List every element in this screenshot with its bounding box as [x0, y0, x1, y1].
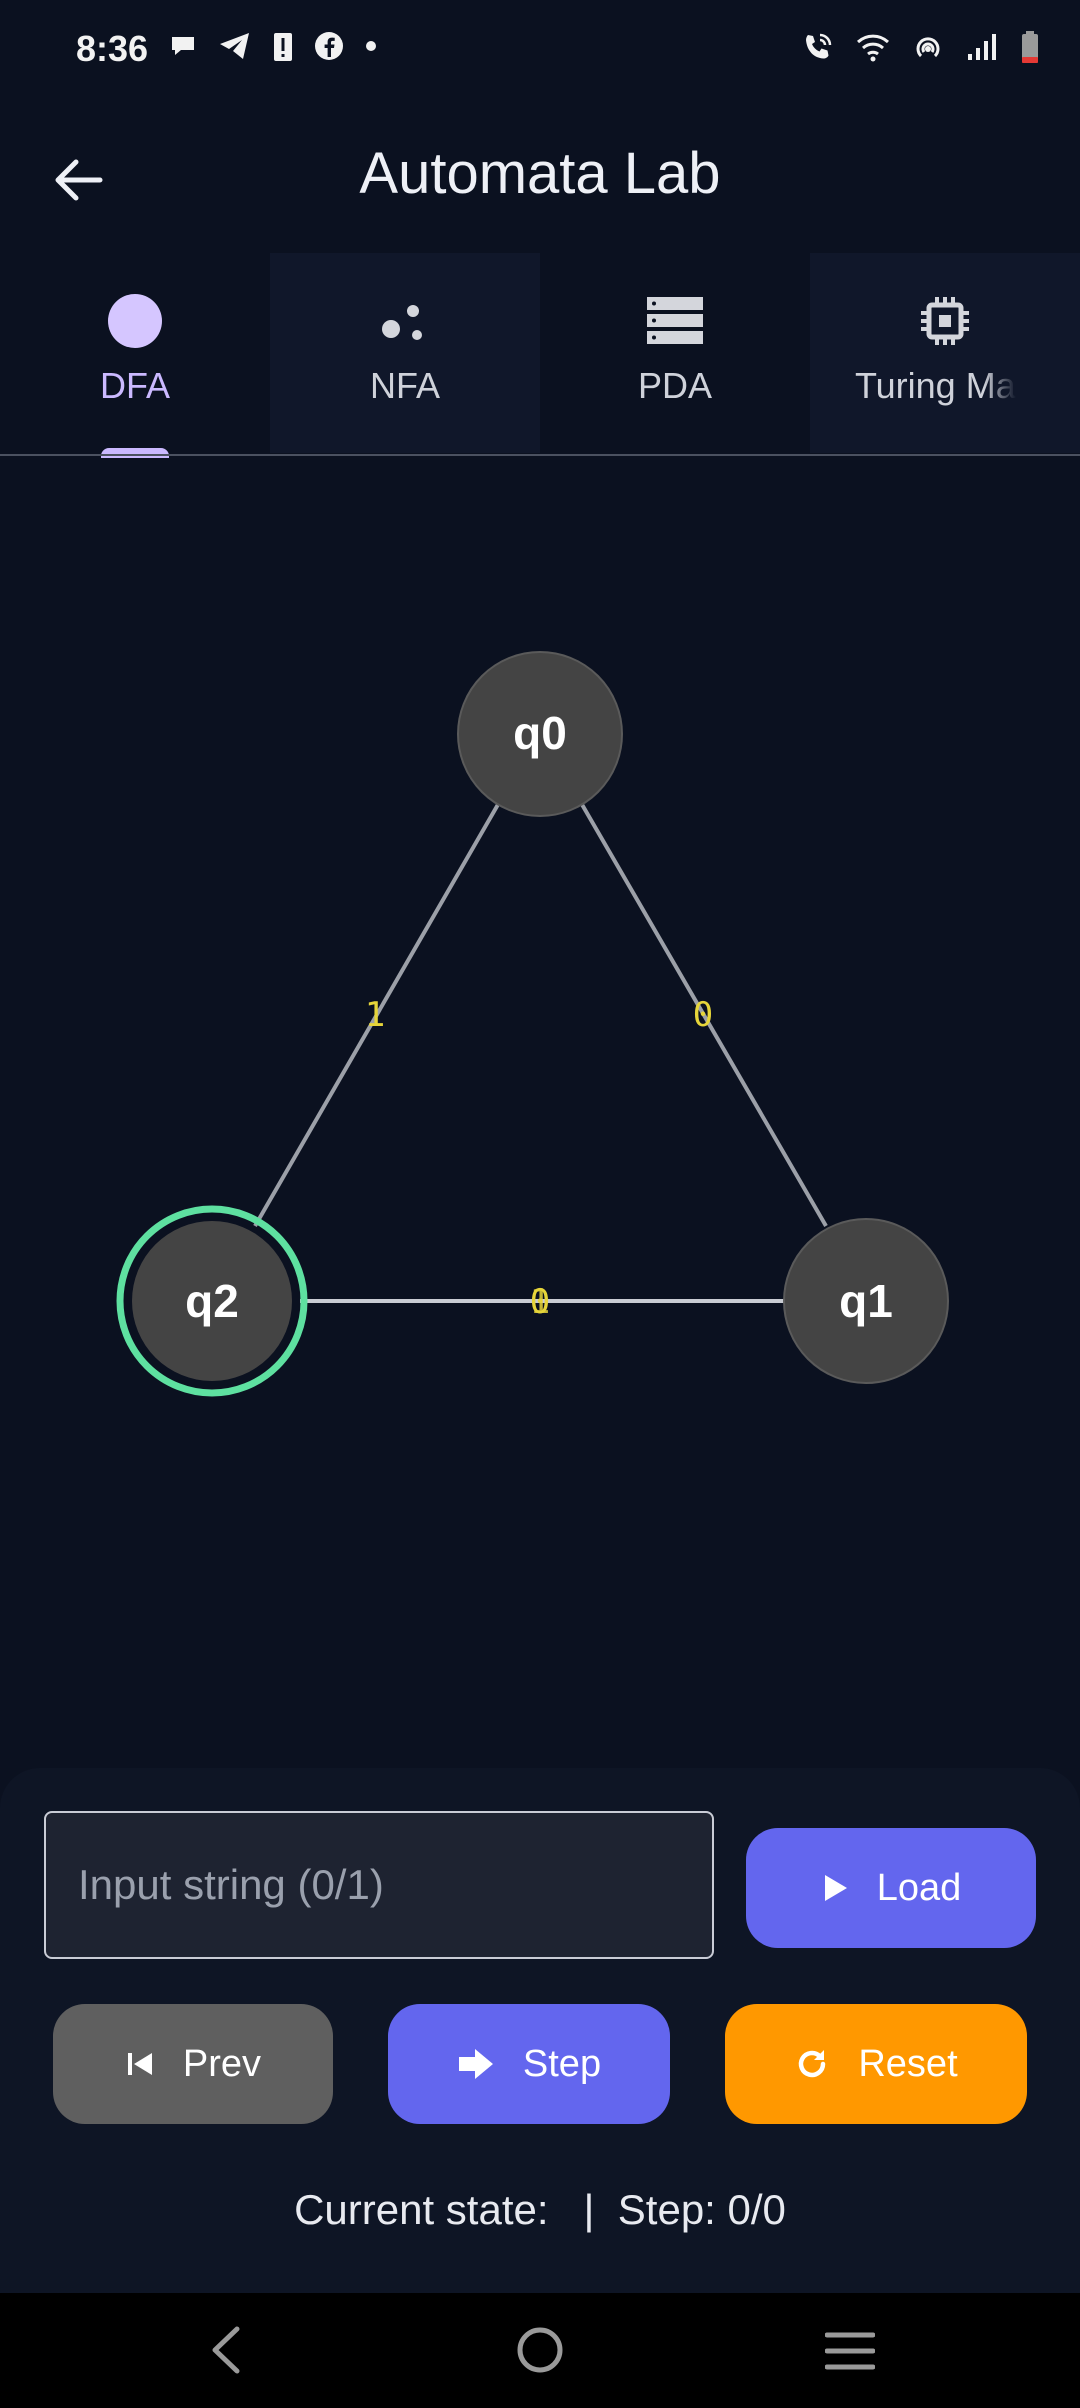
battery-icon: [1022, 31, 1038, 63]
state-q0[interactable]: q0: [457, 651, 623, 817]
bubbles-icon: [382, 305, 422, 340]
edge-label: 0: [693, 995, 713, 1035]
dot-icon: [366, 41, 376, 51]
nav-recents-icon[interactable]: [825, 2329, 875, 2373]
stack-icon: [647, 297, 703, 344]
hotspot-icon: [916, 37, 940, 58]
state-label: q0: [513, 707, 567, 759]
status-time: 8:36: [76, 28, 149, 69]
arrow-right-icon: [458, 2049, 493, 2079]
simulation-status: Current state: | Step: 0/0: [294, 2186, 786, 2233]
input-string-field[interactable]: Input string (0/1): [44, 1811, 714, 1959]
system-nav-bar: [0, 2293, 1080, 2408]
state-label: q2: [185, 1275, 239, 1327]
nav-home-icon[interactable]: [515, 2325, 565, 2375]
battery-alert-icon: [274, 33, 292, 61]
state-q1[interactable]: q1: [783, 1218, 949, 1384]
step-label: Step: [522, 2042, 602, 2085]
chat-bubble-icon: [172, 37, 194, 55]
circle-icon: [108, 294, 162, 348]
refresh-icon: [799, 2050, 826, 2078]
state-q2-accepting[interactable]: q2: [116, 1205, 308, 1397]
facebook-icon: [315, 32, 343, 60]
nav-back-icon[interactable]: [205, 2325, 245, 2375]
state-label: q1: [839, 1275, 893, 1327]
notification-icons: [168, 30, 378, 62]
tab-pda[interactable]: PDA: [540, 253, 810, 453]
skip-previous-icon: [127, 2053, 152, 2075]
tab-nfa[interactable]: NFA: [270, 253, 540, 453]
app-bar: Automata Lab: [0, 110, 1080, 240]
play-icon: [824, 1875, 847, 1901]
chip-icon: [921, 297, 969, 345]
prev-button[interactable]: Prev: [53, 2004, 333, 2124]
reset-label: Reset: [858, 2042, 958, 2085]
telegram-icon: [220, 33, 249, 59]
wifi-icon: [856, 34, 890, 62]
signal-icon: [968, 34, 996, 60]
system-icons: [802, 30, 1040, 64]
status-bar: 8:36: [0, 0, 1080, 100]
tab-turing[interactable]: Turing Ma: [810, 253, 1080, 453]
tab-dfa[interactable]: DFA: [0, 253, 270, 453]
tab-label: PDA: [637, 365, 713, 406]
tab-label: Turing Ma: [855, 365, 1016, 406]
tab-label: DFA: [99, 365, 170, 406]
step-button[interactable]: Step: [388, 2004, 670, 2124]
edge-label: 1: [530, 1282, 550, 1322]
wifi-calling-icon: [806, 33, 832, 59]
automaton-canvas[interactable]: 1 0 0 1 q0 q1 q2: [0, 456, 1080, 1756]
edge-label: 1: [365, 995, 385, 1035]
tab-label: NFA: [369, 365, 440, 406]
page-title: Automata Lab: [359, 141, 721, 206]
tab-bar: DFA NFA PDA Turing Ma: [0, 253, 1080, 453]
load-label: Load: [876, 1866, 962, 1909]
load-button[interactable]: Load: [746, 1828, 1036, 1948]
reset-button[interactable]: Reset: [725, 2004, 1027, 2124]
prev-label: Prev: [182, 2042, 262, 2085]
